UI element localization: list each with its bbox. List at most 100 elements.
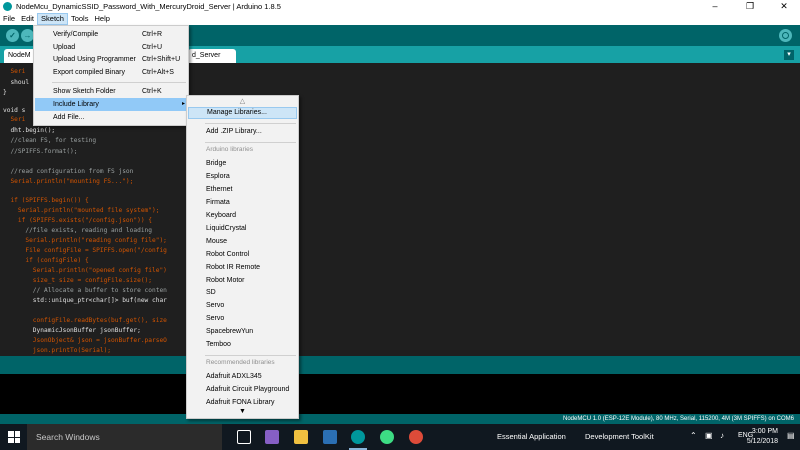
menu-tools[interactable]: Tools xyxy=(68,13,92,25)
windows-start-icon[interactable] xyxy=(8,431,20,443)
menu-item-shortcut: Ctrl+Shift+U xyxy=(142,56,181,63)
menu-file[interactable]: File xyxy=(0,13,18,25)
menu-separator xyxy=(205,355,296,356)
menu-separator xyxy=(52,82,186,83)
menu-item-show-sketch-folder[interactable]: Show Sketch Folder Ctrl+K xyxy=(35,85,187,98)
code-line: //clean FS, for testing xyxy=(3,137,97,144)
message-bar xyxy=(0,360,800,374)
menu-separator xyxy=(205,142,296,143)
menu-edit[interactable]: Edit xyxy=(18,13,37,25)
code-line: //file exists, reading and loading xyxy=(3,227,153,234)
code-line: //read configuration from FS json xyxy=(3,168,134,175)
menu-item-label: Include Library xyxy=(53,101,99,108)
menu-item-verify-compile[interactable]: Verify/Compile Ctrl+R xyxy=(35,28,187,41)
code-line: Serial.println("mounted file system"); xyxy=(3,207,160,214)
arduino-app-icon xyxy=(3,2,12,11)
visual-studio-icon[interactable] xyxy=(265,430,279,444)
action-center-icon[interactable]: ▤ xyxy=(787,431,795,440)
code-line: configFile.readBytes(buf.get(), size xyxy=(3,317,167,324)
code-line: File configFile = SPIFFS.open("/config xyxy=(3,247,167,254)
library-item[interactable]: Ethernet xyxy=(188,184,297,196)
tab-menu-button[interactable]: ▾ xyxy=(784,50,794,60)
code-line: std::unique_ptr<char[]> buf(new char xyxy=(3,297,167,304)
code-line: Serial.println("reading config file"); xyxy=(3,237,167,244)
library-item[interactable]: LiquidCrystal xyxy=(188,223,297,235)
code-line: void s xyxy=(3,107,26,114)
tab-sketch-server[interactable]: d_Server xyxy=(188,49,236,63)
minimize-button[interactable]: – xyxy=(698,0,732,13)
menu-item-include-library[interactable]: Include Library ▸ xyxy=(35,98,187,111)
library-item[interactable]: Esplora xyxy=(188,171,297,183)
menu-sketch[interactable]: Sketch xyxy=(37,13,68,25)
taskbar-search-box[interactable]: Search Windows xyxy=(27,424,222,450)
maximize-button[interactable]: ❐ xyxy=(733,0,767,13)
menu-item-export-binary[interactable]: Export compiled Binary Ctrl+Alt+S xyxy=(35,66,187,79)
sketch-menu: Verify/Compile Ctrl+R Upload Ctrl+U Uplo… xyxy=(33,25,189,126)
serial-monitor-icon[interactable] xyxy=(779,29,792,42)
menu-item-add-zip-library[interactable]: Add .ZIP Library... xyxy=(188,126,297,138)
code-line: if (configFile) { xyxy=(3,257,89,264)
file-explorer-icon[interactable] xyxy=(294,430,308,444)
library-item[interactable]: Servo xyxy=(188,300,297,312)
chrome-icon[interactable] xyxy=(409,430,423,444)
library-item[interactable]: SpacebrewYun xyxy=(188,326,297,338)
menu-item-shortcut: Ctrl+K xyxy=(142,88,162,95)
menu-item-label: Upload xyxy=(53,44,76,51)
menu-bar: File Edit Sketch Tools Help xyxy=(0,13,800,25)
menu-item-add-file[interactable]: Add File... xyxy=(35,111,187,124)
network-icon[interactable]: ▣ xyxy=(705,431,713,440)
scroll-up-arrow-icon[interactable]: △ xyxy=(187,97,298,105)
menu-help[interactable]: Help xyxy=(91,13,112,25)
notifications-chevron-icon[interactable]: ⌃ xyxy=(690,431,697,440)
task-view-icon[interactable] xyxy=(237,430,251,444)
android-studio-icon[interactable] xyxy=(380,430,394,444)
library-item[interactable]: Adafruit Circuit Playground xyxy=(188,384,297,396)
library-item[interactable]: Adafruit ADXL345 xyxy=(188,371,297,383)
code-line: Seri xyxy=(3,116,26,123)
library-item[interactable]: SD xyxy=(188,287,297,299)
code-line: size_t size = configFile.size(); xyxy=(3,277,153,284)
menu-item-shortcut: Ctrl+Alt+S xyxy=(142,69,174,76)
code-line: if (SPIFFS.begin()) { xyxy=(3,197,89,204)
code-line: DynamicJsonBuffer jsonBuffer; xyxy=(3,327,141,334)
verify-button[interactable]: ✓ xyxy=(6,29,19,42)
library-item[interactable]: Mouse xyxy=(188,236,297,248)
recommended-libraries-header: Recommended libraries xyxy=(206,359,275,366)
menu-item-shortcut: Ctrl+R xyxy=(142,31,163,38)
library-item[interactable]: Robot Motor xyxy=(188,275,297,287)
search-placeholder: Search Windows xyxy=(36,432,100,442)
menu-item-label: Show Sketch Folder xyxy=(53,88,116,95)
clock-date[interactable]: 5/12/2018 xyxy=(747,438,778,445)
taskbar-app-essential[interactable]: Essential Application xyxy=(497,432,566,441)
library-item[interactable]: Temboo xyxy=(188,339,297,351)
code-line: // Allocate a buffer to store conten xyxy=(3,287,167,294)
code-line: } xyxy=(3,89,7,96)
menu-item-label: Verify/Compile xyxy=(53,31,99,38)
console-output[interactable] xyxy=(0,374,800,414)
windows-taskbar: Search Windows Essential Application Dev… xyxy=(0,424,800,450)
library-item[interactable]: Robot IR Remote xyxy=(188,262,297,274)
menu-separator xyxy=(205,123,296,124)
code-line: shoul xyxy=(3,79,30,86)
scroll-down-arrow-icon[interactable]: ▼ xyxy=(187,408,298,415)
clock-time[interactable]: 3:00 PM xyxy=(752,428,778,435)
board-status-text: NodeMCU 1.0 (ESP-12E Module), 80 MHz, Se… xyxy=(563,416,794,422)
submenu-arrow-icon: ▸ xyxy=(181,101,185,107)
library-item[interactable]: Robot Control xyxy=(188,249,297,261)
library-item[interactable]: Firmata xyxy=(188,197,297,209)
library-item[interactable]: Keyboard xyxy=(188,210,297,222)
photos-icon[interactable] xyxy=(323,430,337,444)
arduino-icon[interactable] xyxy=(351,430,365,444)
library-item[interactable]: Servo xyxy=(188,313,297,325)
code-line: Serial.println("mounting FS..."); xyxy=(3,178,134,185)
code-line: json.printTo(Serial); xyxy=(3,347,112,354)
library-item[interactable]: Bridge xyxy=(188,158,297,170)
code-line: JsonObject& json = jsonBuffer.parseO xyxy=(3,337,167,344)
taskbar-app-devtoolkit[interactable]: Development ToolKit xyxy=(585,432,654,441)
title-bar: NodeMcu_DynamicSSID_Password_With_Mercur… xyxy=(0,0,800,13)
menu-item-manage-libraries[interactable]: Manage Libraries... xyxy=(188,107,297,119)
menu-item-upload-programmer[interactable]: Upload Using Programmer Ctrl+Shift+U xyxy=(35,53,187,66)
code-line: Seri xyxy=(3,68,26,75)
close-button[interactable]: ✕ xyxy=(767,0,800,13)
volume-icon[interactable]: ♪ xyxy=(720,431,724,440)
